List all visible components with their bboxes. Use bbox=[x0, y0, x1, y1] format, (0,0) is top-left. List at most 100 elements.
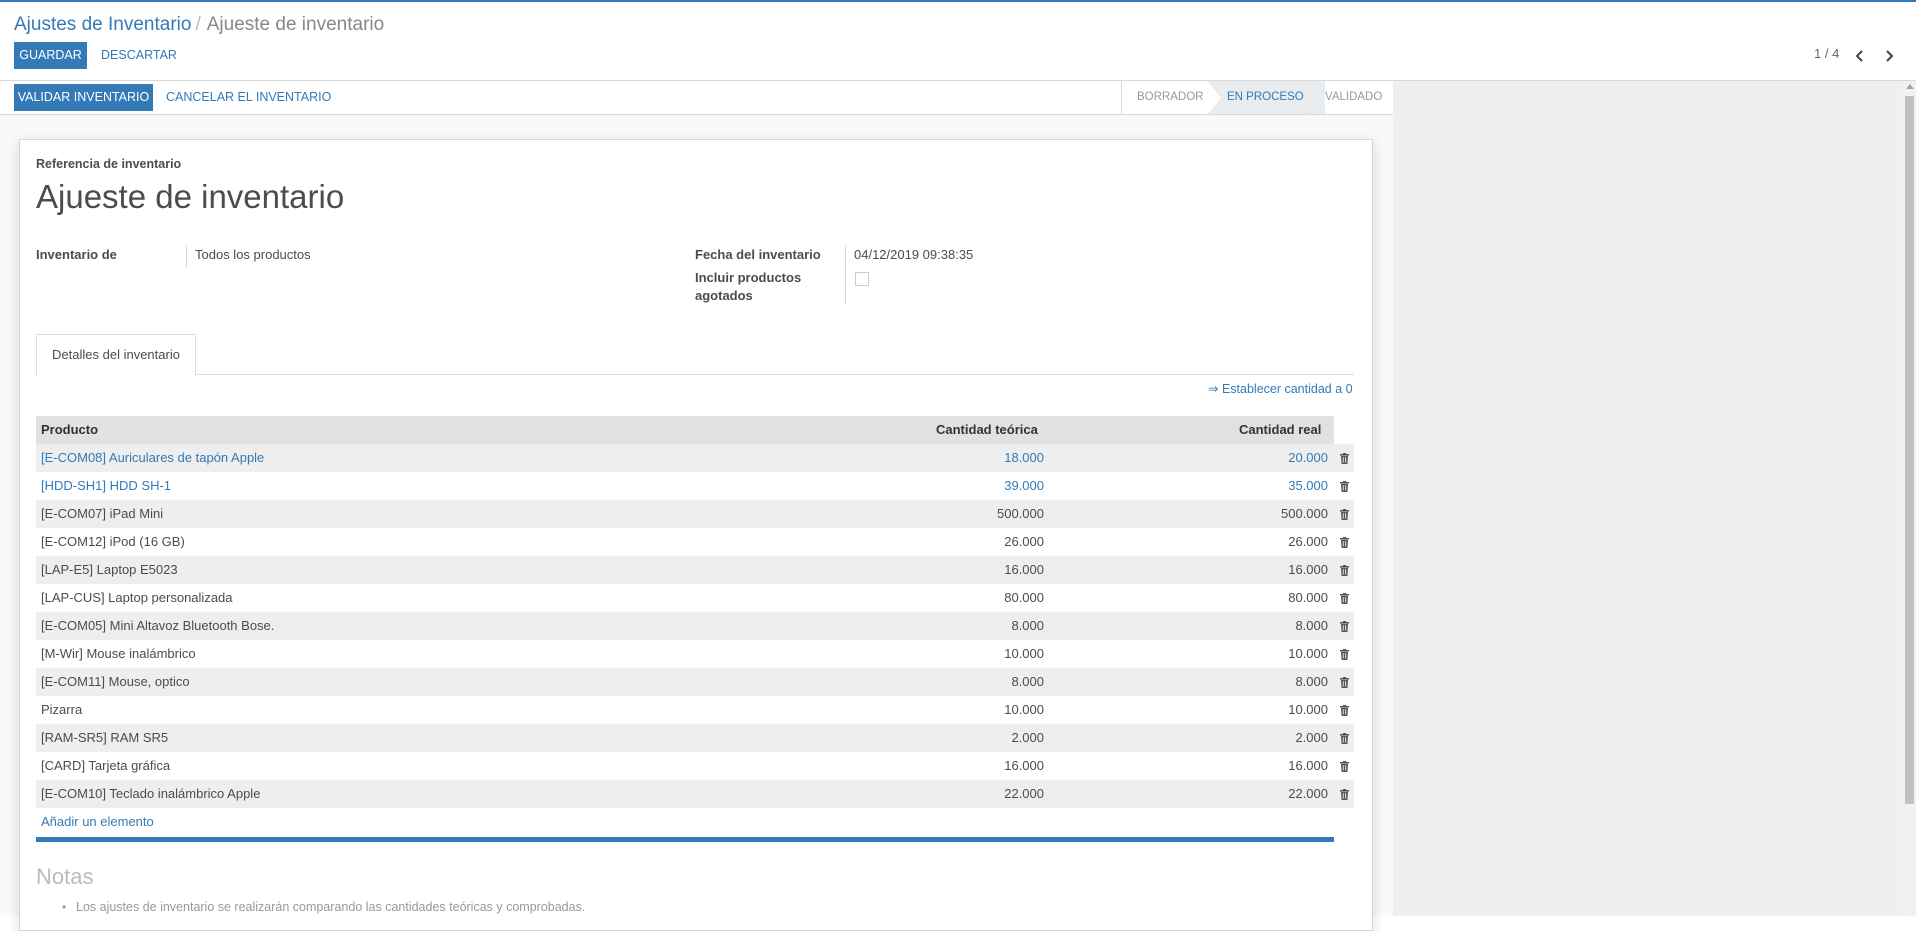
product-cell[interactable]: [E-COM11] Mouse, optico bbox=[41, 668, 190, 696]
cancel-inventory-button[interactable]: CANCELAR EL INVENTARIO bbox=[166, 84, 331, 111]
product-cell[interactable]: [E-COM08] Auriculares de tapón Apple bbox=[41, 444, 264, 472]
chevron-left-icon[interactable] bbox=[1855, 49, 1865, 63]
product-cell[interactable]: [CARD] Tarjeta gráfica bbox=[41, 752, 170, 780]
scrollbar-thumb[interactable] bbox=[1905, 96, 1914, 804]
real-qty-cell[interactable]: 8.000 bbox=[1136, 668, 1328, 696]
include-outofstock-label-line2: agotados bbox=[695, 288, 753, 303]
inventory-of-label: Inventario de bbox=[36, 247, 117, 262]
trash-icon[interactable] bbox=[1340, 508, 1349, 520]
product-cell[interactable]: Pizarra bbox=[41, 696, 82, 724]
theoretical-qty-cell[interactable]: 500.000 bbox=[836, 500, 1044, 528]
breadcrumb-current: Ajueste de inventario bbox=[206, 14, 385, 35]
real-qty-cell[interactable]: 26.000 bbox=[1136, 528, 1328, 556]
real-qty-cell[interactable]: 35.000 bbox=[1136, 472, 1328, 500]
table-row[interactable]: [LAP-E5] Laptop E5023 16.000 16.000 bbox=[36, 556, 1354, 584]
trash-icon[interactable] bbox=[1340, 536, 1349, 548]
reference-label: Referencia de inventario bbox=[36, 157, 182, 171]
column-header-product[interactable]: Producto bbox=[41, 416, 98, 444]
date-value[interactable]: 04/12/2019 09:38:35 bbox=[854, 247, 973, 262]
product-cell[interactable]: [E-COM07] iPad Mini bbox=[41, 500, 163, 528]
table-row[interactable]: Pizarra 10.000 10.000 bbox=[36, 696, 1354, 724]
real-qty-cell[interactable]: 10.000 bbox=[1136, 696, 1328, 724]
table-row[interactable]: [M-Wir] Mouse inalámbrico 10.000 10.000 bbox=[36, 640, 1354, 668]
stage-draft[interactable]: BORRADOR bbox=[1137, 81, 1203, 114]
table-row[interactable]: [E-COM08] Auriculares de tapón Apple 18.0… bbox=[36, 444, 1354, 472]
trash-icon[interactable] bbox=[1340, 592, 1349, 604]
product-cell[interactable]: [M-Wir] Mouse inalámbrico bbox=[41, 640, 196, 668]
tab-bar-line bbox=[36, 374, 1354, 375]
real-qty-cell[interactable]: 20.000 bbox=[1136, 444, 1328, 472]
top-accent-line bbox=[0, 0, 1916, 2]
real-qty-cell[interactable]: 2.000 bbox=[1136, 724, 1328, 752]
column-header-theoretical[interactable]: Cantidad teórica bbox=[936, 416, 1038, 444]
stage-chevron bbox=[1305, 81, 1319, 115]
theoretical-qty-cell[interactable]: 8.000 bbox=[836, 612, 1044, 640]
table-row[interactable]: [CARD] Tarjeta gráfica 16.000 16.000 bbox=[36, 752, 1354, 780]
product-cell[interactable]: [LAP-E5] Laptop E5023 bbox=[41, 556, 178, 584]
theoretical-qty-cell[interactable]: 10.000 bbox=[836, 640, 1044, 668]
chevron-right-icon[interactable] bbox=[1884, 49, 1894, 63]
theoretical-qty-cell[interactable]: 39.000 bbox=[836, 472, 1044, 500]
product-cell[interactable]: [E-COM10] Teclado inalámbrico Apple bbox=[41, 780, 260, 808]
pager-value[interactable]: 1 / 4 bbox=[1814, 46, 1839, 61]
trash-icon[interactable] bbox=[1340, 788, 1349, 800]
save-button[interactable]: GUARDAR bbox=[14, 42, 87, 69]
product-cell[interactable]: [RAM-SR5] RAM SR5 bbox=[41, 724, 168, 752]
table-row[interactable]: [E-COM10] Teclado inalámbrico Apple 22.00… bbox=[36, 780, 1354, 808]
theoretical-qty-cell[interactable]: 16.000 bbox=[836, 752, 1044, 780]
product-cell[interactable]: [LAP-CUS] Laptop personalizada bbox=[41, 584, 233, 612]
real-qty-cell[interactable]: 80.000 bbox=[1136, 584, 1328, 612]
side-empty-area bbox=[1393, 81, 1903, 916]
product-cell[interactable]: [HDD-SH1] HDD SH-1 bbox=[41, 472, 171, 500]
real-qty-cell[interactable]: 500.000 bbox=[1136, 500, 1328, 528]
table-row[interactable]: [E-COM07] iPad Mini 500.000 500.000 bbox=[36, 500, 1354, 528]
trash-icon[interactable] bbox=[1340, 732, 1349, 744]
theoretical-qty-cell[interactable]: 2.000 bbox=[836, 724, 1044, 752]
trash-icon[interactable] bbox=[1340, 760, 1349, 772]
theoretical-qty-cell[interactable]: 80.000 bbox=[836, 584, 1044, 612]
trash-icon[interactable] bbox=[1340, 704, 1349, 716]
trash-icon[interactable] bbox=[1340, 480, 1349, 492]
breadcrumb: Ajustes de Inventario / Ajueste de inventa… bbox=[14, 14, 384, 36]
theoretical-qty-cell[interactable]: 18.000 bbox=[836, 444, 1044, 472]
trash-icon[interactable] bbox=[1340, 564, 1349, 576]
stage-validated[interactable]: VALIDADO bbox=[1325, 81, 1382, 114]
theoretical-qty-cell[interactable]: 22.000 bbox=[836, 780, 1044, 808]
trash-icon[interactable] bbox=[1340, 620, 1349, 632]
theoretical-qty-cell[interactable]: 16.000 bbox=[836, 556, 1044, 584]
theoretical-qty-cell[interactable]: 10.000 bbox=[836, 696, 1044, 724]
field-separator bbox=[845, 246, 846, 305]
add-line-link[interactable]: Añadir un elemento bbox=[41, 814, 154, 829]
trash-icon[interactable] bbox=[1340, 676, 1349, 688]
inventory-of-value[interactable]: Todos los productos bbox=[195, 247, 311, 262]
real-qty-cell[interactable]: 8.000 bbox=[1136, 612, 1328, 640]
validate-inventory-button[interactable]: VALIDAR INVENTARIO bbox=[14, 84, 153, 111]
column-header-real[interactable]: Cantidad real bbox=[1239, 416, 1321, 444]
table-footer-bar bbox=[36, 837, 1334, 842]
real-qty-cell[interactable]: 10.000 bbox=[1136, 640, 1328, 668]
table-row[interactable]: [RAM-SR5] RAM SR5 2.000 2.000 bbox=[36, 724, 1354, 752]
breadcrumb-separator: / bbox=[195, 14, 201, 35]
tab-inventory-details[interactable]: Detalles del inventario bbox=[36, 334, 196, 376]
product-cell[interactable]: [E-COM05] Mini Altavoz Bluetooth Bose. bbox=[41, 612, 274, 640]
table-row[interactable]: [HDD-SH1] HDD SH-1 39.000 35.000 bbox=[36, 472, 1354, 500]
real-qty-cell[interactable]: 16.000 bbox=[1136, 752, 1328, 780]
table-row[interactable]: [E-COM12] iPod (16 GB) 26.000 26.000 bbox=[36, 528, 1354, 556]
theoretical-qty-cell[interactable]: 26.000 bbox=[836, 528, 1044, 556]
include-outofstock-checkbox[interactable] bbox=[855, 272, 869, 286]
theoretical-qty-cell[interactable]: 8.000 bbox=[836, 668, 1044, 696]
real-qty-cell[interactable]: 16.000 bbox=[1136, 556, 1328, 584]
trash-icon[interactable] bbox=[1340, 452, 1349, 464]
discard-button[interactable]: DESCARTAR bbox=[101, 42, 177, 69]
breadcrumb-parent-link[interactable]: Ajustes de Inventario bbox=[14, 14, 191, 35]
notes-item: Los ajustes de inventario se realizarán … bbox=[76, 900, 586, 914]
trash-icon[interactable] bbox=[1340, 648, 1349, 660]
table-row[interactable]: [E-COM05] Mini Altavoz Bluetooth Bose. 8.… bbox=[36, 612, 1354, 640]
table-row[interactable]: [E-COM11] Mouse, optico 8.000 8.000 bbox=[36, 668, 1354, 696]
scroll-up-arrow[interactable] bbox=[1906, 84, 1914, 89]
page-title[interactable]: Ajueste de inventario bbox=[36, 178, 344, 216]
product-cell[interactable]: [E-COM12] iPod (16 GB) bbox=[41, 528, 185, 556]
real-qty-cell[interactable]: 22.000 bbox=[1136, 780, 1328, 808]
table-row[interactable]: [LAP-CUS] Laptop personalizada 80.000 80.0… bbox=[36, 584, 1354, 612]
set-quantity-zero-link[interactable]: ⇒ Establecer cantidad a 0 bbox=[1208, 381, 1353, 396]
